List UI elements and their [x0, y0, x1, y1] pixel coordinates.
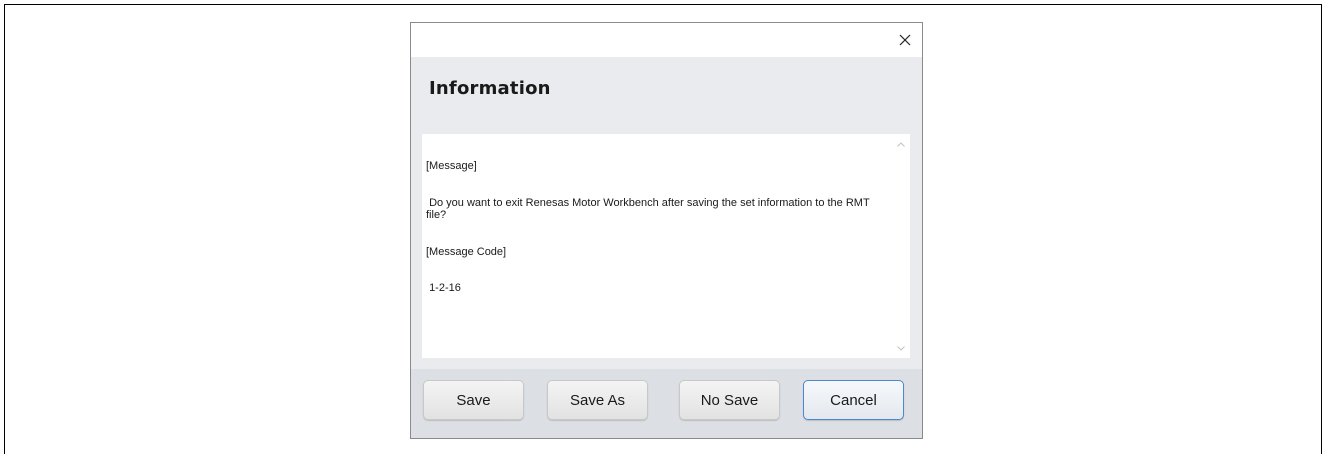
message-text: [Message] Do you want to exit Renesas Mo…	[426, 136, 888, 319]
message-line: [Message Code]	[426, 245, 507, 258]
close-button[interactable]	[890, 25, 920, 55]
chevron-up-icon[interactable]	[896, 139, 906, 149]
close-icon	[899, 34, 911, 46]
dialog-title: Information	[429, 78, 551, 99]
no-save-button[interactable]: No Save	[679, 380, 780, 420]
message-line: [Message]	[426, 160, 477, 173]
save-as-button[interactable]: Save As	[547, 380, 648, 420]
dialog-header: Information	[411, 57, 922, 133]
chevron-down-icon[interactable]	[896, 343, 906, 353]
dialog-footer: Save Save As No Save Cancel	[411, 369, 922, 438]
cancel-button[interactable]: Cancel	[803, 380, 904, 420]
message-line: 1-2-16	[426, 282, 461, 295]
message-line: Do you want to exit Renesas Motor Workbe…	[426, 197, 873, 222]
save-button[interactable]: Save	[423, 380, 524, 420]
vertical-scrollbar[interactable]	[893, 134, 910, 358]
message-textbox[interactable]: [Message] Do you want to exit Renesas Mo…	[422, 134, 910, 358]
dialog-titlebar	[411, 23, 922, 57]
information-dialog: Information [Message] Do you want to exi…	[410, 22, 923, 439]
dialog-body: [Message] Do you want to exit Renesas Mo…	[411, 133, 922, 369]
